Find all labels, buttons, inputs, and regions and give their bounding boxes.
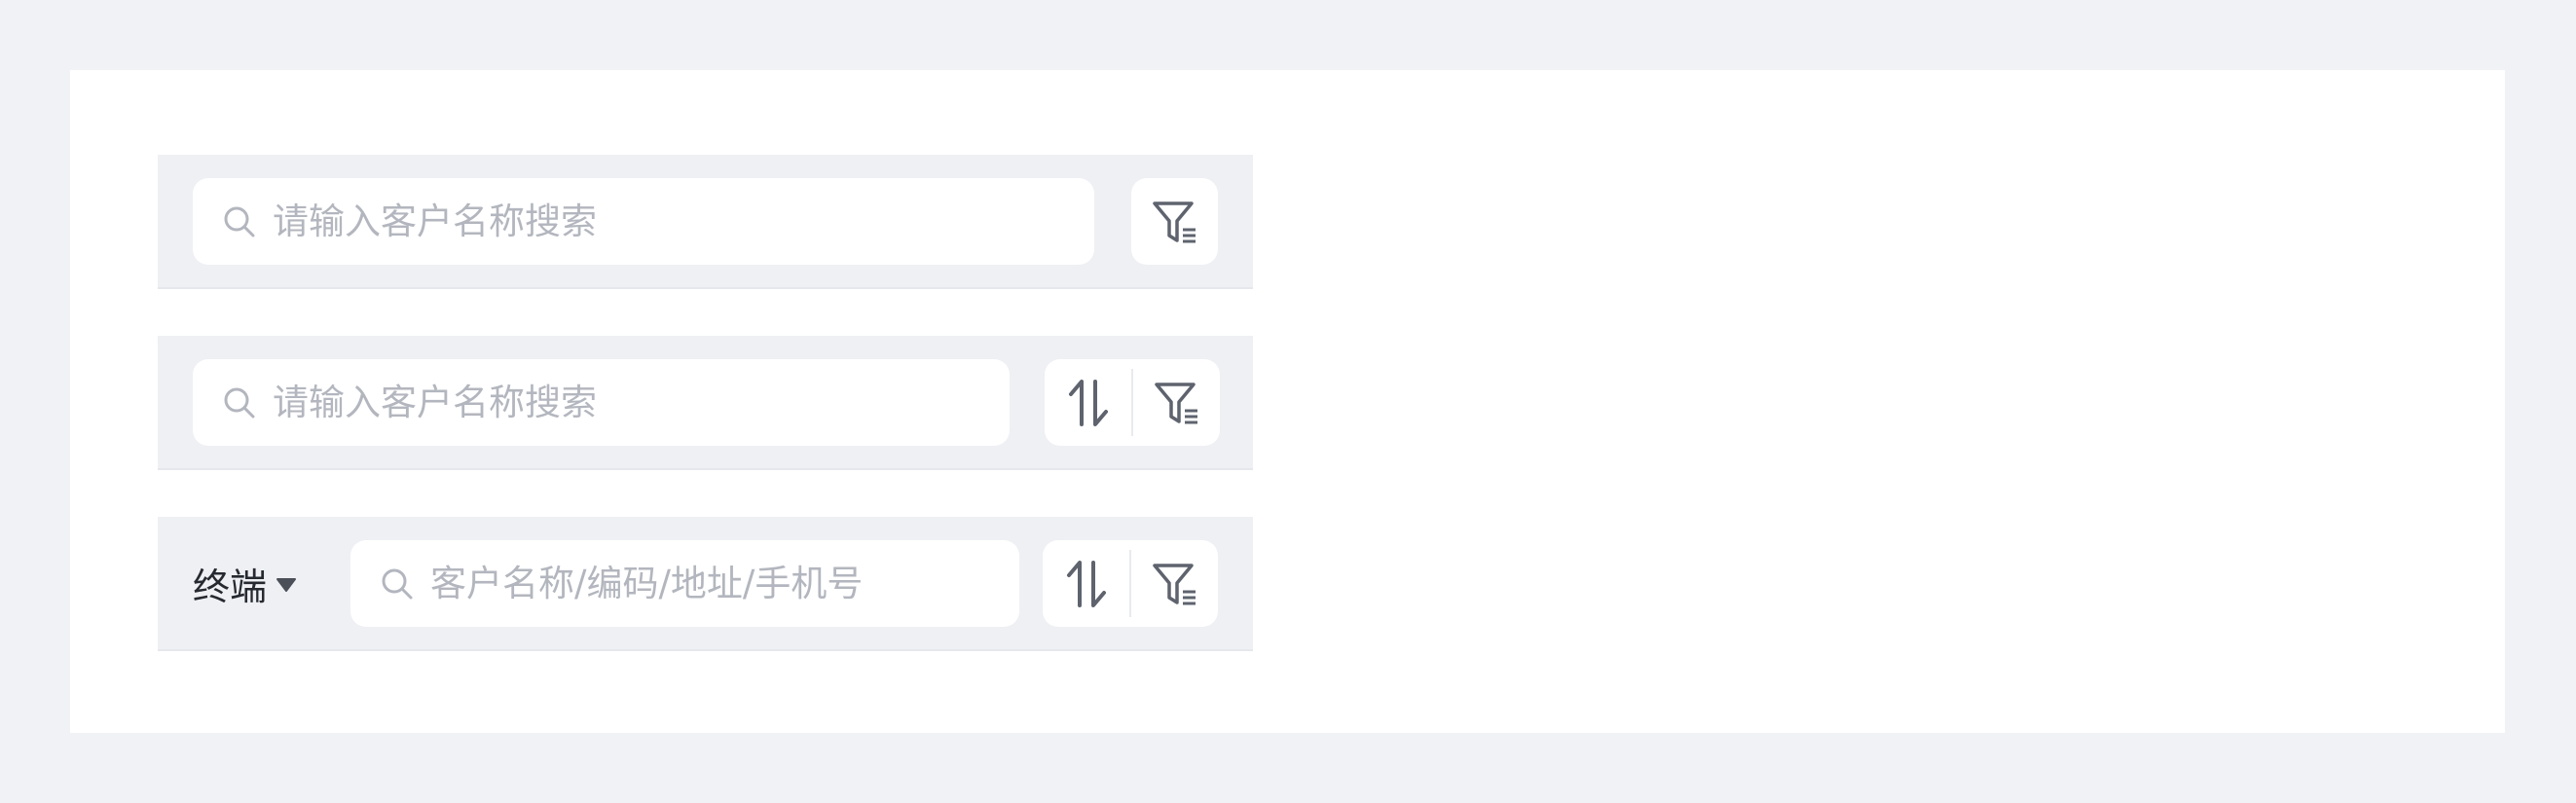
filter-icon: [1152, 563, 1196, 604]
search-input[interactable]: 请输入客户名称搜索: [193, 359, 1010, 446]
search-bar-3: 终端 客户名称/编码/地址/手机号: [158, 517, 1253, 651]
sort-icon: [1069, 379, 1108, 426]
search-placeholder: 请输入客户名称搜索: [273, 201, 597, 242]
search-icon: [382, 568, 413, 600]
search-icon: [224, 206, 255, 237]
sort-filter-button-group: [1045, 359, 1220, 446]
caret-down-icon: [276, 577, 297, 592]
search-input[interactable]: 客户名称/编码/地址/手机号: [350, 540, 1019, 627]
search-placeholder: 请输入客户名称搜索: [273, 382, 597, 423]
filter-button[interactable]: [1131, 540, 1218, 627]
filter-button[interactable]: [1131, 178, 1218, 265]
sort-button[interactable]: [1045, 359, 1132, 446]
search-input[interactable]: 请输入客户名称搜索: [193, 178, 1094, 265]
search-bar-2: 请输入客户名称搜索: [158, 336, 1253, 470]
search-placeholder: 客户名称/编码/地址/手机号: [430, 563, 864, 604]
filter-button[interactable]: [1133, 359, 1220, 446]
content-card: 请输入客户名称搜索 请输入客户名称搜索 终端 客户名称/编码/地址/手机号: [70, 70, 2505, 733]
search-bar-1: 请输入客户名称搜索: [158, 155, 1253, 289]
search-icon: [224, 387, 255, 419]
filter-icon: [1154, 382, 1197, 423]
dropdown-label: 终端: [193, 566, 268, 608]
filter-button-group: [1131, 178, 1218, 265]
sort-icon: [1067, 560, 1106, 607]
sort-filter-button-group: [1043, 540, 1218, 627]
terminal-dropdown[interactable]: 终端: [193, 540, 298, 627]
filter-icon: [1152, 201, 1196, 242]
sort-button[interactable]: [1043, 540, 1130, 627]
